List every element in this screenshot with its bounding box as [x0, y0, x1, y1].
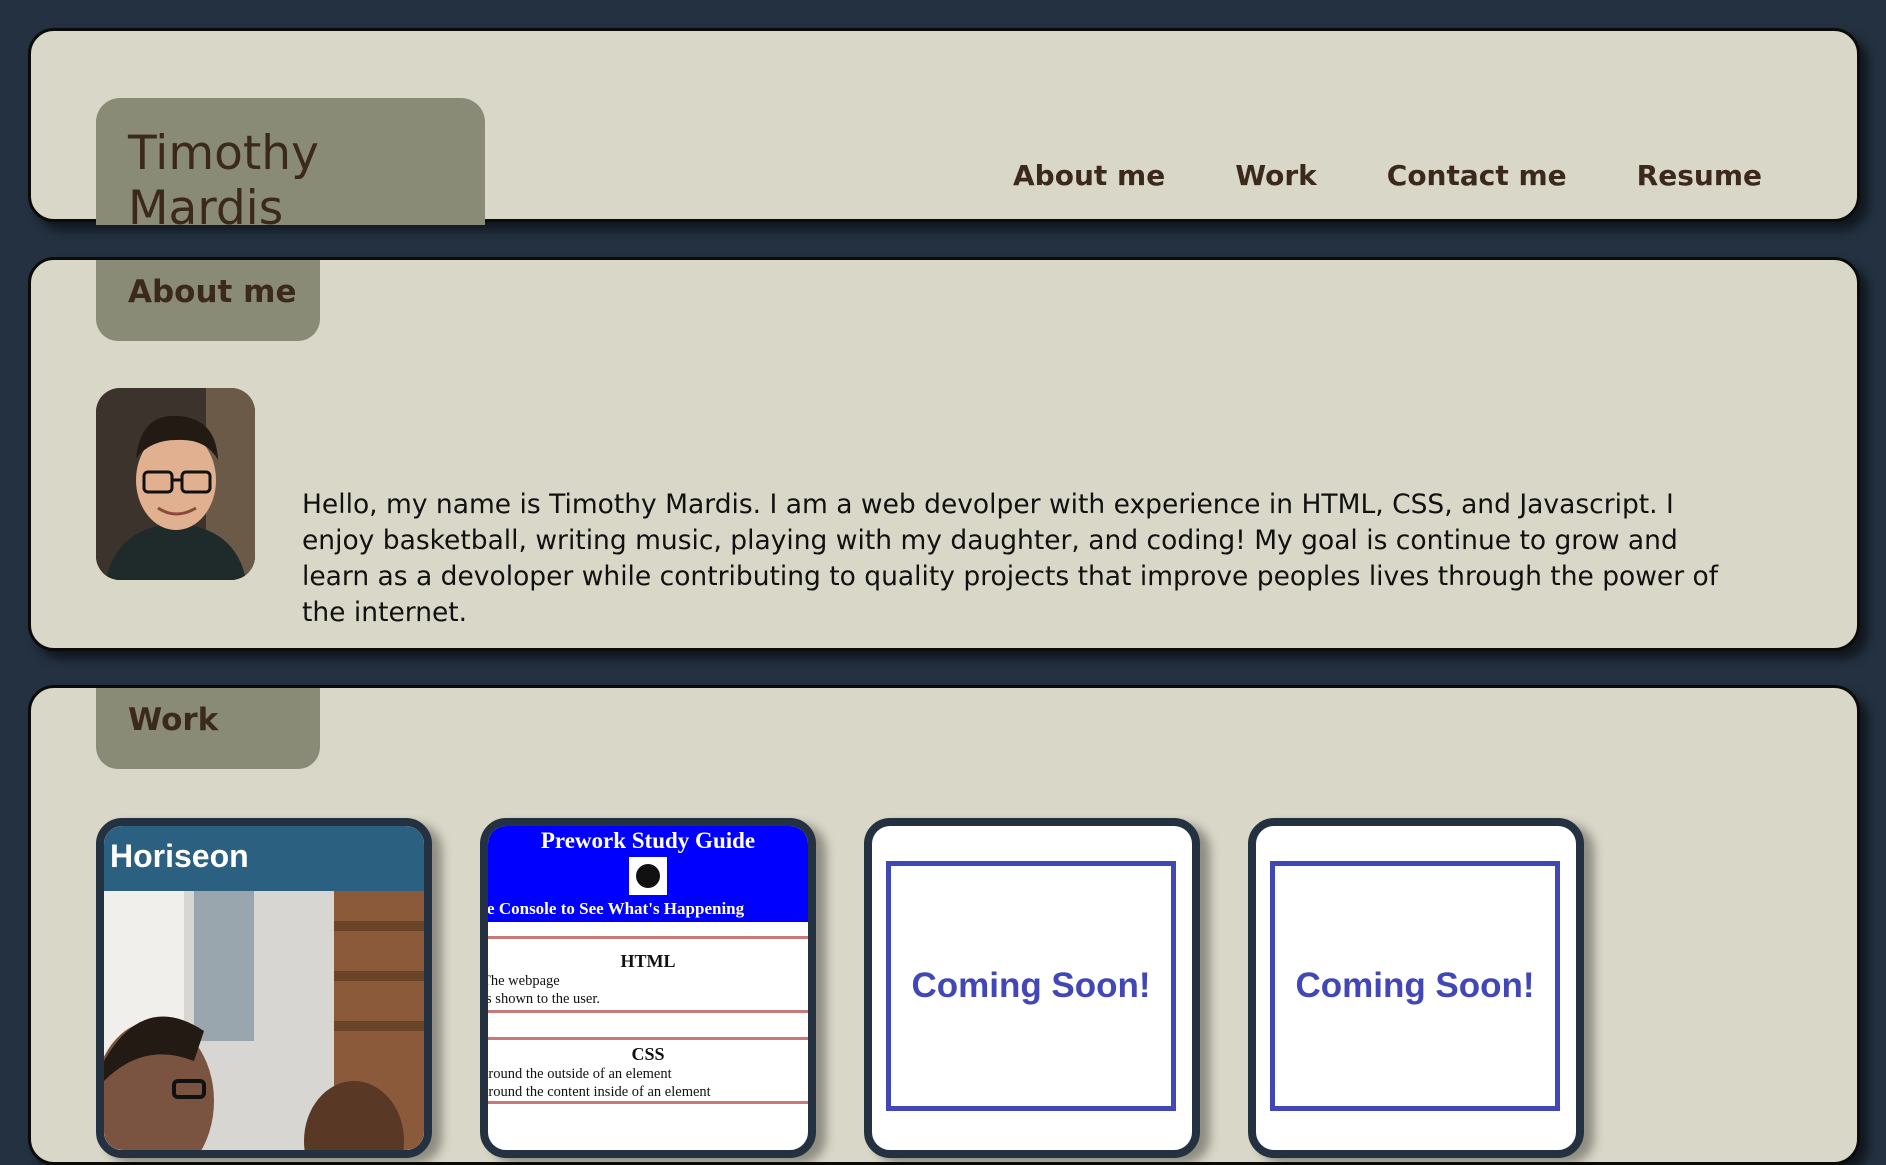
- nav-work-link[interactable]: Work: [1235, 159, 1317, 192]
- study-css-heading: CSS: [631, 1044, 665, 1064]
- about-heading: About me: [96, 260, 320, 341]
- study-guide-title: Prework Study Guide: [540, 828, 756, 853]
- coming-soon-label: Coming Soon!: [1270, 861, 1560, 1111]
- study-guide-subtitle: Open the Console to See What's Happening: [487, 899, 745, 918]
- profile-photo: [96, 388, 255, 580]
- work-heading: Work: [96, 688, 320, 769]
- horiseon-image: [104, 891, 424, 1150]
- study-section-css: CSS around the outside of an element aro…: [488, 1040, 808, 1104]
- nav-contact-link[interactable]: Contact me: [1387, 159, 1567, 192]
- cat-icon: [629, 857, 667, 895]
- study-line: around the outside of an element: [482, 1066, 672, 1082]
- header-panel: Timothy Mardis About me Work Contact me …: [28, 28, 1860, 236]
- main-nav: About me Work Contact me Resume: [1013, 159, 1762, 192]
- project-card-coming-soon-1[interactable]: Coming Soon!: [864, 818, 1200, 1158]
- coming-soon-label: Coming Soon!: [886, 861, 1176, 1111]
- study-guide-header: Prework Study Guide Open the Console to …: [488, 826, 808, 922]
- project-card-horiseon[interactable]: Horiseon: [96, 818, 432, 1158]
- study-section-html: HTML The webpage is shown to the user.: [488, 945, 808, 1013]
- nav-about-link[interactable]: About me: [1013, 159, 1165, 192]
- study-line: around the content inside of an element: [482, 1084, 711, 1100]
- about-text: Hello, my name is Timothy Mardis. I am a…: [302, 488, 1719, 628]
- site-title: Timothy Mardis: [96, 98, 485, 236]
- work-section: Work Horiseon Prework Study Guide e Cons…: [28, 685, 1860, 1165]
- study-html-heading: HTML: [620, 951, 676, 971]
- study-line: is shown to the user.: [482, 991, 601, 1007]
- nav-resume-link[interactable]: Resume: [1637, 159, 1762, 192]
- horiseon-title: Horiseon: [104, 826, 424, 891]
- project-card-study-guide[interactable]: Prework Study Guide Open the Console to …: [480, 818, 816, 1158]
- about-section: About me Hello, my name is Timothy Mardi…: [28, 257, 1860, 651]
- study-line: The webpage: [482, 973, 560, 989]
- project-card-coming-soon-2[interactable]: Coming Soon!: [1248, 818, 1584, 1158]
